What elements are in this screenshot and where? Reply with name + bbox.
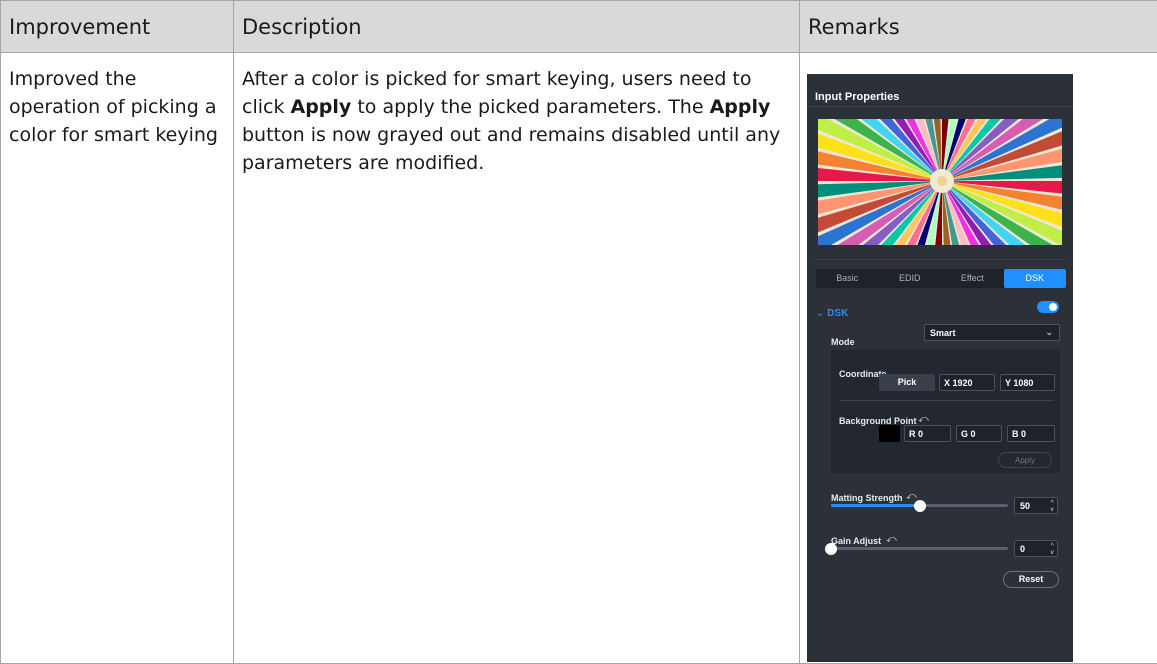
release-notes-table: Improvement Description Remarks Improved… <box>0 0 1157 664</box>
header-improvement: Improvement <box>0 0 234 53</box>
table-header-row: Improvement Description Remarks <box>0 0 1157 53</box>
mode-value: Smart <box>930 328 956 338</box>
slider-fill <box>831 504 920 507</box>
panel-title: Input Properties <box>815 91 900 103</box>
improvement-cell: Improved the operation of picking a colo… <box>0 52 234 664</box>
dsk-section-header[interactable]: ⌄ DSK <box>816 300 848 328</box>
x-coordinate-field[interactable]: X 1920 <box>939 374 995 391</box>
tab-dsk[interactable]: DSK <box>1003 269 1066 288</box>
toggle-knob <box>1049 303 1057 311</box>
remarks-cell: Input Properties Basic EDID Effect DSK ⌄… <box>799 52 1157 664</box>
header-remarks: Remarks <box>799 0 1157 53</box>
header-description: Description <box>233 0 800 53</box>
b-value-field[interactable]: B 0 <box>1007 425 1055 442</box>
divider <box>839 400 1054 401</box>
input-properties-screenshot: Input Properties Basic EDID Effect DSK ⌄… <box>807 74 1073 662</box>
improvement-text: Improved the operation of picking a colo… <box>9 68 218 146</box>
property-tabs: Basic EDID Effect DSK <box>816 269 1066 288</box>
chevron-down-icon: ⌄ <box>1045 327 1053 337</box>
slider-thumb[interactable] <box>825 543 837 555</box>
mode-select[interactable]: Smart ⌄ <box>924 324 1060 341</box>
matting-strength-value: 50 <box>1020 501 1031 511</box>
gain-adjust-label: Gain Adjust <box>831 536 882 546</box>
matting-strength-label: Matting Strength <box>831 493 903 503</box>
gain-adjust-input[interactable]: 0 ^ v <box>1014 540 1058 557</box>
y-coordinate-field[interactable]: Y 1080 <box>1000 374 1055 391</box>
reset-button[interactable]: Reset <box>1003 571 1059 588</box>
stepper-arrows-icon[interactable]: ^ v <box>1050 498 1054 514</box>
slider-thumb[interactable] <box>914 500 926 512</box>
table-row: Improved the operation of picking a colo… <box>0 52 1157 664</box>
chevron-down-icon: ⌄ <box>816 308 825 319</box>
description-text: After a color is picked for smart keying… <box>242 68 780 174</box>
tab-basic[interactable]: Basic <box>816 269 879 288</box>
gain-adjust-value: 0 <box>1020 544 1026 554</box>
colored-pencils-image <box>818 119 1062 245</box>
gain-adjust-slider[interactable] <box>831 547 1008 550</box>
matting-strength-input[interactable]: 50 ^ v <box>1014 497 1058 514</box>
divider <box>815 259 1065 260</box>
pick-button[interactable]: Pick <box>879 374 935 391</box>
background-color-swatch[interactable] <box>879 425 900 442</box>
description-bold-apply-2: Apply <box>709 96 771 118</box>
apply-button[interactable]: Apply <box>998 452 1052 468</box>
stepper-arrows-icon[interactable]: ^ v <box>1050 541 1054 557</box>
input-preview-image <box>818 119 1062 245</box>
tab-effect[interactable]: Effect <box>941 269 1004 288</box>
description-part-2: to apply the picked parameters. The <box>351 96 710 118</box>
description-bold-apply-1: Apply <box>290 96 352 118</box>
dsk-toggle[interactable] <box>1037 301 1059 313</box>
tab-edid[interactable]: EDID <box>879 269 942 288</box>
dsk-section-label: DSK <box>827 308 849 319</box>
r-value-field[interactable]: R 0 <box>904 425 951 442</box>
description-part-3: button is now grayed out and remains dis… <box>242 124 781 174</box>
description-cell: After a color is picked for smart keying… <box>233 52 800 664</box>
g-value-field[interactable]: G 0 <box>956 425 1002 442</box>
